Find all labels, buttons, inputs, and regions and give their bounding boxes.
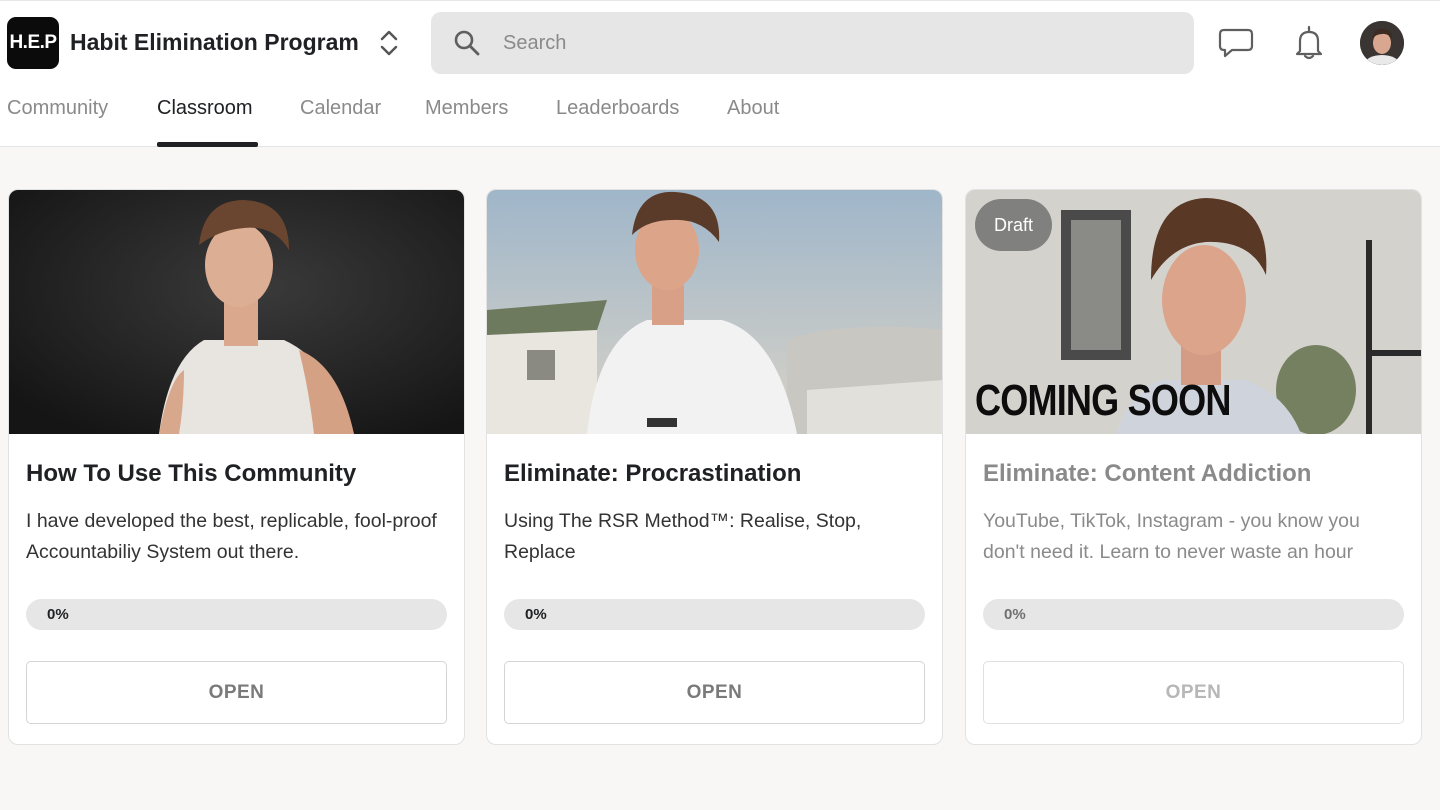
tab-classroom[interactable]: Classroom — [157, 97, 253, 120]
course-card-content-addiction[interactable]: Draft COMING SOON Eliminate: Content Add… — [965, 189, 1422, 745]
course-progress-bar: 0% — [504, 599, 925, 630]
search-bar[interactable] — [431, 12, 1194, 74]
course-title: How To Use This Community — [26, 460, 357, 487]
group-switcher-chevrons-icon[interactable] — [377, 28, 401, 58]
progress-label: 0% — [47, 606, 69, 623]
course-title: Eliminate: Content Addiction — [983, 460, 1312, 487]
notifications-bell-icon[interactable] — [1293, 25, 1325, 61]
course-progress-bar: 0% — [26, 599, 447, 630]
user-avatar[interactable] — [1360, 21, 1404, 65]
search-icon — [454, 30, 480, 56]
tab-community[interactable]: Community — [7, 97, 108, 120]
course-description: YouTube, TikTok, Instagram - you know yo… — [983, 510, 1360, 563]
search-input[interactable] — [503, 12, 1163, 74]
draft-badge: Draft — [975, 199, 1052, 251]
course-progress-bar: 0% — [983, 599, 1404, 630]
active-tab-indicator — [157, 142, 258, 147]
course-description: I have developed the best, replicable, f… — [26, 510, 437, 563]
course-cover-image — [487, 190, 942, 434]
progress-label: 0% — [1004, 606, 1026, 623]
course-title: Eliminate: Procrastination — [504, 460, 802, 487]
tab-about[interactable]: About — [727, 97, 779, 120]
chat-icon[interactable] — [1218, 27, 1254, 59]
open-course-button[interactable]: OPEN — [26, 661, 447, 724]
tab-calendar[interactable]: Calendar — [300, 97, 381, 120]
course-description: Using The RSR Method™: Realise, Stop, Re… — [504, 510, 862, 563]
coming-soon-overlay-text: COMING SOON — [975, 376, 1231, 425]
group-logo[interactable]: H.E.P — [7, 17, 59, 69]
course-card-how-to-use[interactable]: How To Use This Community I have develop… — [8, 189, 465, 745]
course-cover-image — [9, 190, 464, 434]
open-course-button[interactable]: OPEN — [504, 661, 925, 724]
group-name[interactable]: Habit Elimination Program — [70, 29, 359, 56]
course-card-procrastination[interactable]: Eliminate: Procrastination Using The RSR… — [486, 189, 943, 745]
open-course-button[interactable]: OPEN — [983, 661, 1404, 724]
top-header: H.E.P Habit Elimination Program Communit… — [0, 0, 1440, 147]
tab-leaderboards[interactable]: Leaderboards — [556, 97, 679, 120]
progress-label: 0% — [525, 606, 547, 623]
tab-members[interactable]: Members — [425, 97, 508, 120]
